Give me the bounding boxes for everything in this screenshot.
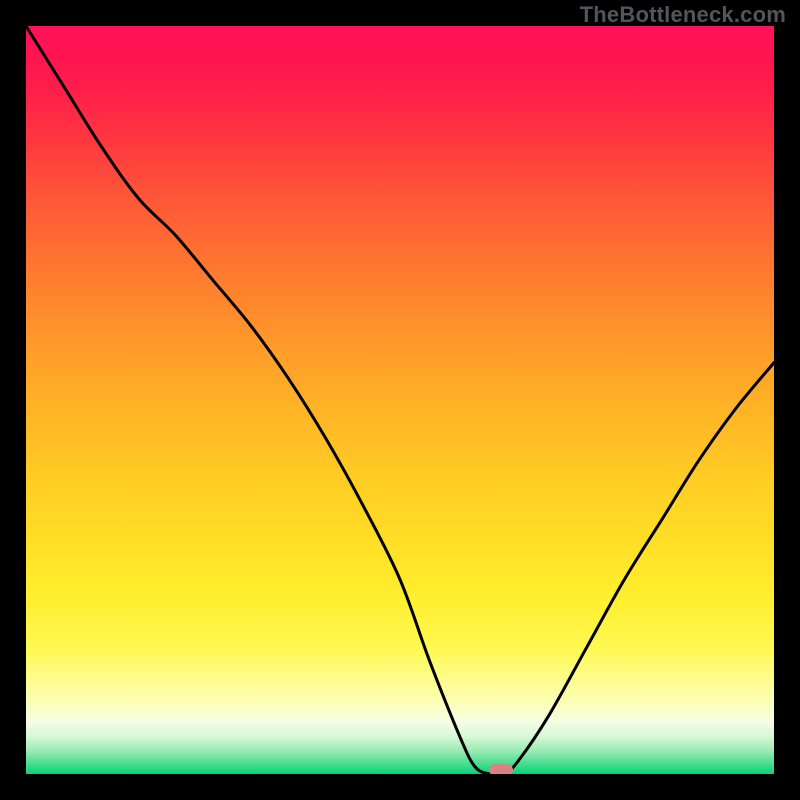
chart-frame: TheBottleneck.com [0,0,800,800]
watermark-label: TheBottleneck.com [580,2,786,28]
plot-area [26,26,774,774]
bottleneck-curve [26,26,774,774]
optimal-point-marker [489,764,513,774]
